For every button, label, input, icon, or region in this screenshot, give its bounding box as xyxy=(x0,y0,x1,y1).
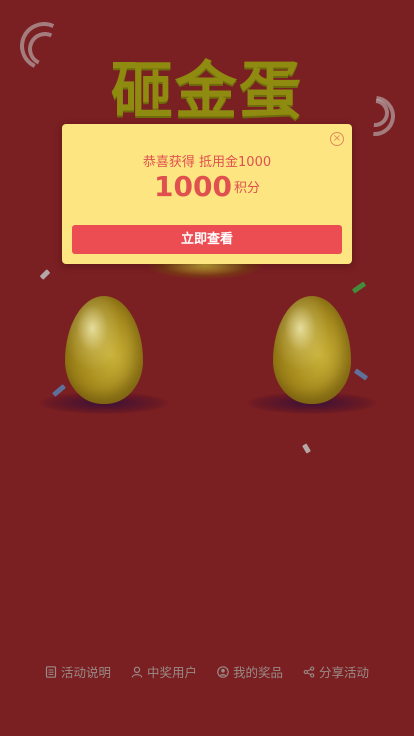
footer-item-my-prizes[interactable]: 我的奖品 xyxy=(217,662,283,681)
prize-points: 1000 积分 xyxy=(62,170,352,203)
close-icon[interactable]: × xyxy=(330,132,344,146)
golden-egg-right[interactable] xyxy=(243,296,383,436)
footer-label: 分享活动 xyxy=(319,665,370,680)
egg-icon xyxy=(65,296,143,404)
footer-item-share[interactable]: 分享活动 xyxy=(303,662,369,681)
document-icon xyxy=(45,665,57,678)
prize-modal: × 恭喜获得 抵用金1000 1000 积分 立即查看 xyxy=(62,124,352,264)
points-unit: 积分 xyxy=(233,181,260,196)
user-icon xyxy=(131,666,143,678)
prize-message: 恭喜获得 抵用金1000 xyxy=(142,155,272,170)
egg-icon xyxy=(273,296,351,404)
footer-label: 中奖用户 xyxy=(146,665,197,680)
footer-item-rules[interactable]: 活动说明 xyxy=(45,662,111,681)
game-stage: 砸金蛋 xyxy=(0,0,414,736)
account-circle-icon xyxy=(217,665,229,678)
footer-label: 活动说明 xyxy=(60,665,111,680)
page-title: 砸金蛋 xyxy=(110,54,303,127)
confetti-piece xyxy=(351,281,367,294)
footer-nav: 活动说明 中奖用户 我的奖品 分享活动 xyxy=(0,662,414,681)
footer-label: 我的奖品 xyxy=(233,665,284,680)
footer-item-winners[interactable]: 中奖用户 xyxy=(131,662,197,681)
share-icon xyxy=(303,665,315,678)
points-value: 1000 xyxy=(154,170,232,203)
golden-egg-left[interactable] xyxy=(35,296,175,436)
confetti-piece xyxy=(302,443,311,454)
confetti-piece xyxy=(39,269,51,280)
view-now-button[interactable]: 立即查看 xyxy=(72,225,342,254)
